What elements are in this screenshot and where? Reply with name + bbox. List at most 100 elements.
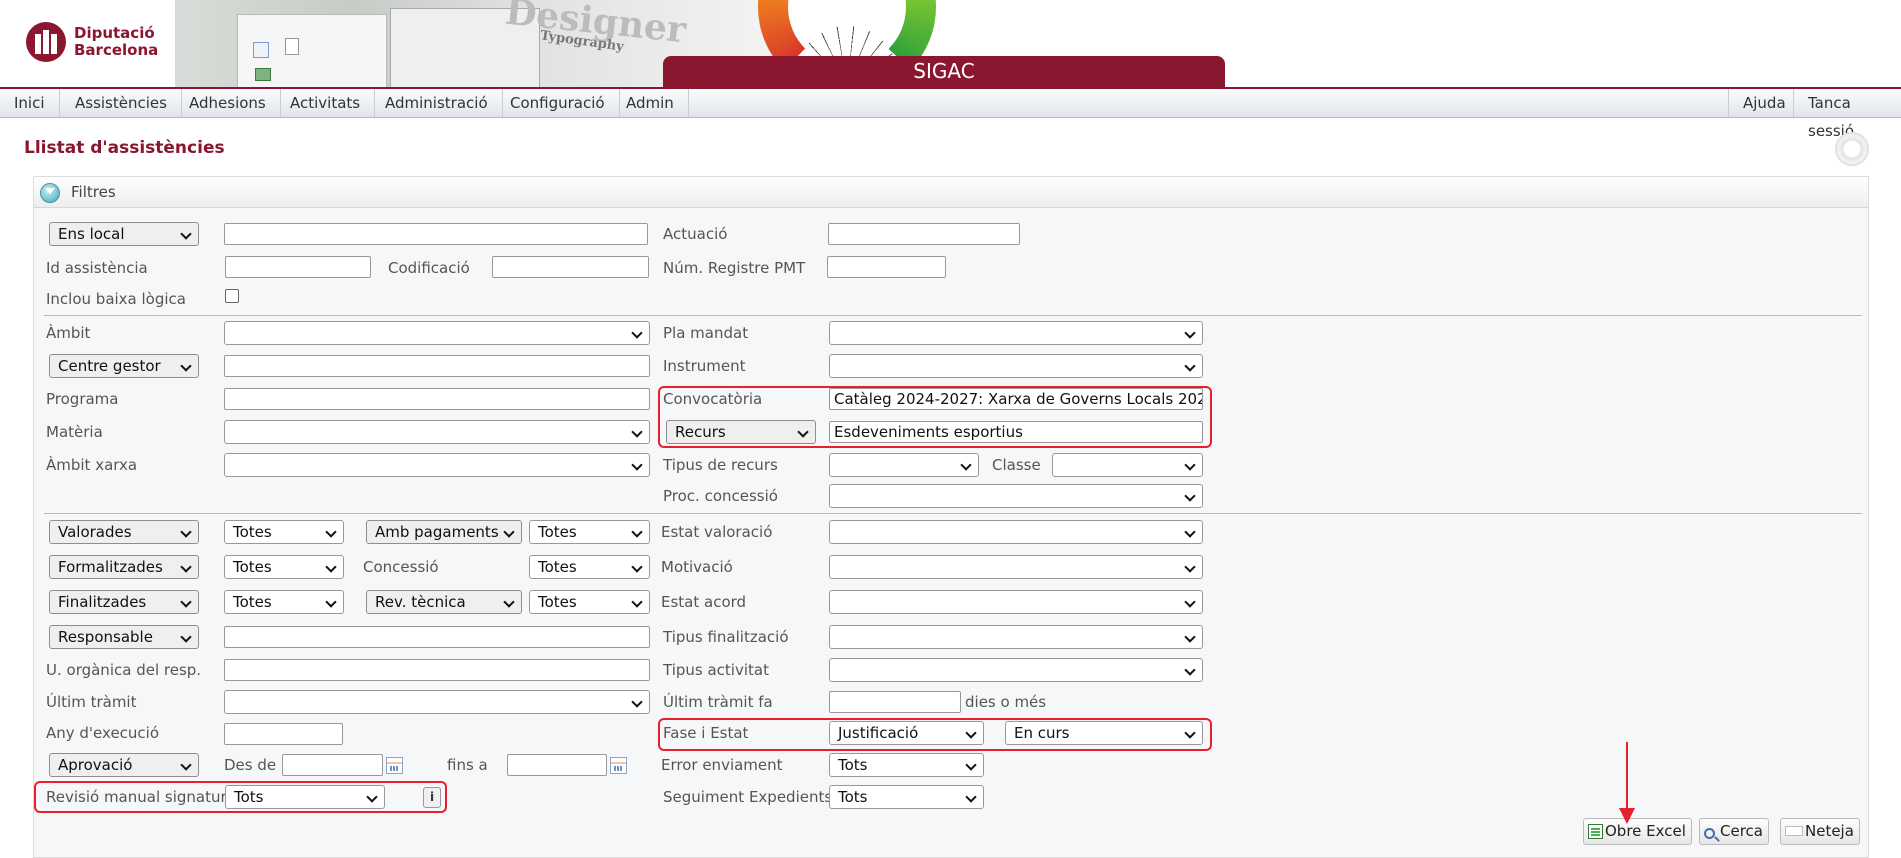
calendar-icon[interactable]: [386, 757, 403, 774]
highlight-fase-estat: [658, 718, 1212, 751]
tipus-activitat-select[interactable]: [829, 658, 1203, 682]
clear-button[interactable]: Neteja: [1780, 818, 1860, 845]
calendar-icon: [253, 42, 269, 58]
rev-tecnica-select[interactable]: Rev. tècnica: [366, 590, 522, 614]
concessio-label: Concessió: [363, 558, 439, 576]
id-assistencia-label: Id assistència: [46, 259, 148, 277]
logo-emblem-icon: [26, 22, 66, 62]
tipus-finalitzacio-label: Tipus finalització: [663, 628, 789, 646]
image-icon: [255, 68, 271, 81]
inclou-baixa-label: Inclou baixa lògica: [46, 290, 186, 308]
logo-text: Diputació Barcelona: [74, 24, 159, 59]
ultim-tramit-fa-label: Últim tràmit fa: [663, 693, 773, 711]
valorades-value-select[interactable]: Totes: [224, 520, 344, 544]
u-organica-label: U. orgànica del resp.: [46, 661, 202, 679]
centre-gestor-select[interactable]: Centre gestor: [49, 354, 199, 378]
eraser-icon: [1785, 826, 1803, 836]
des-de-input[interactable]: [282, 754, 383, 776]
calendar-icon[interactable]: [610, 757, 627, 774]
open-excel-button[interactable]: Obre Excel: [1583, 818, 1692, 845]
num-registre-input[interactable]: [827, 256, 946, 278]
num-registre-label: Núm. Registre PMT: [663, 259, 806, 277]
tipus-activitat-label: Tipus activitat: [663, 661, 769, 679]
fins-a-label: fins a: [447, 756, 488, 774]
loading-icon: [1835, 132, 1869, 166]
diputacio-logo: Diputació Barcelona: [26, 18, 176, 68]
responsable-input[interactable]: [224, 626, 650, 648]
concessio-select[interactable]: Totes: [529, 555, 650, 579]
u-organica-input[interactable]: [224, 659, 650, 681]
aprovacio-select[interactable]: Aprovació: [49, 753, 199, 777]
any-execucio-label: Any d'execució: [46, 724, 160, 742]
menu-item-configuracio[interactable]: Configuració: [496, 89, 620, 117]
codificacio-input[interactable]: [492, 256, 649, 278]
menu-item-adhesions[interactable]: Adhesions: [175, 89, 281, 117]
valorades-select[interactable]: Valorades: [49, 520, 199, 544]
fins-a-input[interactable]: [507, 754, 607, 776]
menu-item-ajuda[interactable]: Ajuda: [1728, 89, 1800, 117]
motivacio-select[interactable]: [829, 555, 1203, 579]
materia-select[interactable]: [224, 420, 650, 444]
red-arrow: [1619, 742, 1635, 824]
centre-gestor-input[interactable]: [224, 355, 650, 377]
programa-label: Programa: [46, 390, 119, 408]
dies-o-mes-label: dies o més: [965, 693, 1047, 711]
menu-item-activitats[interactable]: Activitats: [276, 89, 376, 117]
search-button[interactable]: Cerca: [1699, 818, 1769, 845]
menu-item-inici[interactable]: Inici: [0, 89, 60, 117]
ens-local-select[interactable]: Ens local: [49, 222, 199, 246]
formalitzades-select[interactable]: Formalitzades: [49, 555, 199, 579]
inclou-baixa-checkbox[interactable]: [225, 289, 239, 303]
ambit-xarxa-select[interactable]: [224, 453, 650, 477]
error-enviament-select[interactable]: Tots: [829, 753, 984, 777]
excel-icon: [1588, 824, 1603, 839]
filters-panel-header[interactable]: Filtres: [34, 177, 1868, 208]
highlight-revisio-manual: [34, 781, 447, 813]
estat-valoracio-label: Estat valoració: [661, 523, 773, 541]
amb-pagaments-value-select[interactable]: Totes: [529, 520, 650, 544]
divider: [44, 513, 1862, 514]
instrument-select[interactable]: [829, 354, 1203, 378]
menu-item-assistencies[interactable]: Assistències: [61, 89, 182, 117]
estat-acord-label: Estat acord: [661, 593, 747, 611]
highlight-convocatoria: [658, 386, 1212, 448]
amb-pagaments-select[interactable]: Amb pagaments: [366, 520, 522, 544]
classe-select[interactable]: [1052, 453, 1203, 477]
ambit-xarxa-label: Àmbit xarxa: [46, 456, 138, 474]
menu-item-admin[interactable]: Admin: [612, 89, 689, 117]
tipus-finalitzacio-select[interactable]: [829, 625, 1203, 649]
rev-tecnica-value-select[interactable]: Totes: [529, 590, 650, 614]
any-execucio-input[interactable]: [224, 723, 343, 745]
estat-valoracio-select[interactable]: [829, 520, 1203, 544]
ens-local-input[interactable]: [224, 223, 648, 245]
app-title: SIGAC: [663, 56, 1225, 87]
main-menu: Inici Assistències Adhesions Activitats …: [0, 87, 1901, 140]
document-icon: [285, 38, 299, 55]
ultim-tramit-fa-input[interactable]: [829, 691, 961, 713]
menu-item-tanca-sessio[interactable]: Tanca sessió: [1793, 89, 1901, 140]
filters-panel-title: Filtres: [71, 183, 116, 201]
seguiment-expedients-select[interactable]: Tots: [829, 785, 984, 809]
ultim-tramit-label: Últim tràmit: [46, 693, 137, 711]
ultim-tramit-select[interactable]: [224, 690, 650, 714]
pla-mandat-label: Pla mandat: [663, 324, 749, 342]
pla-mandat-select[interactable]: [829, 321, 1203, 345]
classe-label: Classe: [992, 456, 1041, 474]
codificacio-label: Codificació: [388, 259, 470, 277]
ambit-select[interactable]: [224, 321, 650, 345]
menu-item-administracio[interactable]: Administració: [371, 89, 503, 117]
proc-concessio-select[interactable]: [829, 484, 1203, 508]
programa-input[interactable]: [224, 388, 650, 410]
actuacio-input[interactable]: [828, 223, 1020, 245]
finalitzades-value-select[interactable]: Totes: [224, 590, 344, 614]
instrument-label: Instrument: [663, 357, 746, 375]
collapse-icon[interactable]: [40, 183, 60, 203]
tipus-recurs-select[interactable]: [829, 453, 979, 477]
finalitzades-select[interactable]: Finalitzades: [49, 590, 199, 614]
responsable-select[interactable]: Responsable: [49, 625, 199, 649]
error-enviament-label: Error enviament: [661, 756, 783, 774]
page-title: Llistat d'assistències: [24, 138, 225, 158]
id-assistencia-input[interactable]: [225, 256, 371, 278]
estat-acord-select[interactable]: [829, 590, 1203, 614]
formalitzades-value-select[interactable]: Totes: [224, 555, 344, 579]
